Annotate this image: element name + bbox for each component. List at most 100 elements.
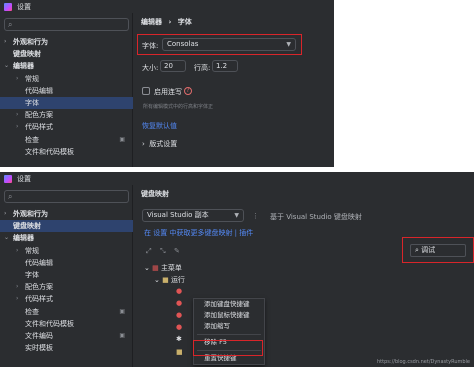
get-more-keymaps-link[interactable]: 在 设置 中获取更多键盘映射 | 插件 — [144, 228, 253, 238]
sidebar-item[interactable]: 字体 — [0, 269, 133, 281]
chevron-down-icon[interactable]: ⌄ — [4, 60, 9, 72]
edit-icon[interactable]: ✎ — [174, 247, 180, 255]
debug-icon: ● — [176, 323, 183, 331]
collapse-all-icon[interactable]: ⤡ — [160, 247, 166, 256]
action-row[interactable]: ● — [176, 299, 182, 307]
typography-section-label: 版式设置 — [149, 140, 178, 148]
sidebar-item-label: 配色方案 — [25, 111, 53, 120]
sidebar-item-label: 配色方案 — [25, 283, 53, 292]
sidebar-item[interactable]: 文件和代码模板 — [0, 146, 133, 158]
settings-content: 编辑器 › 字体 字体: Consolas ▼ 大小: 20 行高: 1.2 启… — [134, 13, 334, 167]
typography-section-toggle[interactable]: › 版式设置 — [142, 139, 177, 149]
chevron-right-icon[interactable]: › — [16, 109, 18, 121]
sidebar-item-label: 常规 — [25, 74, 39, 83]
settings-search-input[interactable]: ⌕ — [4, 18, 129, 31]
chevron-right-icon[interactable]: › — [16, 73, 18, 85]
sidebar-item[interactable]: 检查 ▣ — [0, 134, 133, 146]
folder-icon: ■ — [162, 276, 171, 284]
action-row[interactable]: ● — [176, 323, 182, 331]
context-menu-item[interactable]: 添加键盘快捷键 — [194, 299, 264, 310]
chevron-down-icon: ⌄ — [154, 276, 163, 284]
chevron-right-icon[interactable]: › — [16, 121, 18, 133]
sidebar-item[interactable]: 实时模板 — [0, 342, 133, 354]
sidebar-item-label: 常规 — [25, 246, 39, 255]
sidebar-item[interactable]: 键盘映射 — [0, 220, 133, 233]
breadcrumb-current: 字体 — [177, 18, 192, 26]
sidebar-item[interactable]: › 配色方案 — [0, 281, 133, 293]
sidebar-item-label: 实时模板 — [25, 344, 53, 353]
chevron-down-icon: ▼ — [234, 212, 239, 219]
sidebar-item[interactable]: › 代码样式 — [0, 293, 133, 305]
sidebar-item[interactable]: › 外观和行为 — [0, 208, 133, 220]
chevron-right-icon[interactable]: › — [16, 245, 18, 257]
chevron-down-icon[interactable]: ⌄ — [4, 232, 9, 244]
keymap-more-button[interactable]: ⋮ — [252, 212, 259, 220]
settings-tree: › 外观和行为键盘映射 ⌄ 编辑器 › 常规代码编辑字体 › 配色方案 › 代码样式检查 ▣ 文件和代… — [0, 36, 133, 158]
window-title: 设置 — [17, 174, 31, 183]
highlight-box-remove — [193, 340, 263, 356]
sidebar-item-label: 代码样式 — [25, 295, 53, 304]
sidebar-item-label: 编辑器 — [13, 62, 34, 71]
help-icon[interactable]: ? — [184, 87, 192, 95]
chevron-right-icon[interactable]: › — [16, 293, 18, 305]
sidebar-item[interactable]: › 常规 — [0, 73, 133, 85]
menu-separator — [197, 334, 261, 335]
folder-icon: ■ — [176, 348, 183, 356]
sidebar-item[interactable]: 字体 — [0, 96, 133, 110]
action-row[interactable]: ✱ — [176, 335, 182, 343]
size-input[interactable]: 20 — [160, 60, 186, 72]
keymap-select-value: Visual Studio 副本 — [147, 211, 209, 219]
sidebar-item-label: 键盘映射 — [13, 50, 41, 59]
keymap-tree-run[interactable]: ⌄ ■ 运行 — [154, 275, 185, 285]
sidebar-item-label: 检查 — [25, 307, 39, 316]
sidebar-item[interactable]: › 常规 — [0, 245, 133, 257]
restore-defaults-link[interactable]: 恢复默认值 — [142, 121, 177, 131]
chevron-right-icon[interactable]: › — [4, 36, 6, 48]
title-bar: 设置 — [0, 0, 334, 13]
line-height-input[interactable]: 1.2 — [212, 60, 238, 72]
action-row[interactable]: ● — [176, 311, 182, 319]
sidebar-item[interactable]: › 配色方案 — [0, 109, 133, 121]
chevron-right-icon[interactable]: › — [4, 208, 6, 220]
sidebar-item[interactable]: ⌄ 编辑器 — [0, 60, 133, 72]
keymap-select[interactable]: Visual Studio 副本 ▼ — [142, 209, 244, 222]
sidebar-item-label: 代码编辑 — [25, 86, 53, 95]
sidebar-item-label: 代码编辑 — [25, 258, 53, 267]
sidebar-item-label: 文件编码 — [25, 331, 53, 340]
highlight-box-search — [402, 237, 474, 263]
sidebar-item[interactable]: 键盘映射 — [0, 48, 133, 60]
keymap-tree-root[interactable]: ⌄ ▦ 主菜单 — [144, 263, 182, 273]
sidebar-item-label: 代码样式 — [25, 123, 53, 132]
sidebar-item[interactable]: 文件和代码模板 — [0, 318, 133, 330]
app-logo-icon — [4, 2, 12, 11]
sidebar-item[interactable]: › 代码样式 — [0, 121, 133, 133]
sidebar-item-label: 键盘映射 — [13, 222, 41, 231]
chevron-down-icon: ⌄ — [144, 264, 153, 272]
watermark: https://blog.csdn.net/DynastyRumble — [377, 359, 470, 365]
ligatures-hint: 所有编辑模式中的行高和字体正 — [143, 104, 214, 110]
context-menu-item[interactable]: 添加鼠标快捷键 — [194, 310, 264, 321]
chevron-right-icon[interactable]: › — [16, 281, 18, 293]
context-menu-item[interactable]: 添加缩写 — [194, 321, 264, 332]
sidebar-item-label: 文件和代码模板 — [25, 147, 74, 156]
sidebar-item[interactable]: 文件编码 ▣ — [0, 330, 133, 342]
app-logo-icon — [4, 174, 12, 183]
sidebar-item[interactable]: ⌄ 编辑器 — [0, 232, 133, 244]
expand-all-icon[interactable]: ⤢ — [146, 247, 152, 256]
sidebar-item[interactable]: › 外观和行为 — [0, 36, 133, 48]
action-row[interactable]: ● — [176, 287, 182, 295]
action-row[interactable]: ■ — [176, 348, 183, 356]
sidebar-item[interactable]: 代码编辑 — [0, 85, 133, 97]
sidebar-item[interactable]: 代码编辑 — [0, 257, 133, 269]
sidebar-item-label: 外观和行为 — [13, 210, 48, 218]
sidebar-item-label: 外观和行为 — [13, 38, 48, 46]
sidebar-item-label: 编辑器 — [13, 234, 34, 243]
breadcrumb-separator: › — [168, 18, 172, 26]
ligatures-checkbox[interactable] — [142, 87, 150, 95]
sidebar-item-label: 文件和代码模板 — [25, 319, 74, 328]
settings-search-input[interactable]: ⌕ — [4, 190, 129, 203]
sidebar-item-label: 字体 — [25, 98, 39, 107]
settings-sidebar: ⌕ › 外观和行为 键盘映射 ⌄ 编辑器 › 常规 代码编辑 字体 › 配色方案 › 代码样式 检查 ▣ 文件… — [0, 185, 133, 367]
sidebar-item[interactable]: 检查 ▣ — [0, 306, 133, 318]
breadcrumb-parent[interactable]: 编辑器 — [141, 18, 162, 26]
